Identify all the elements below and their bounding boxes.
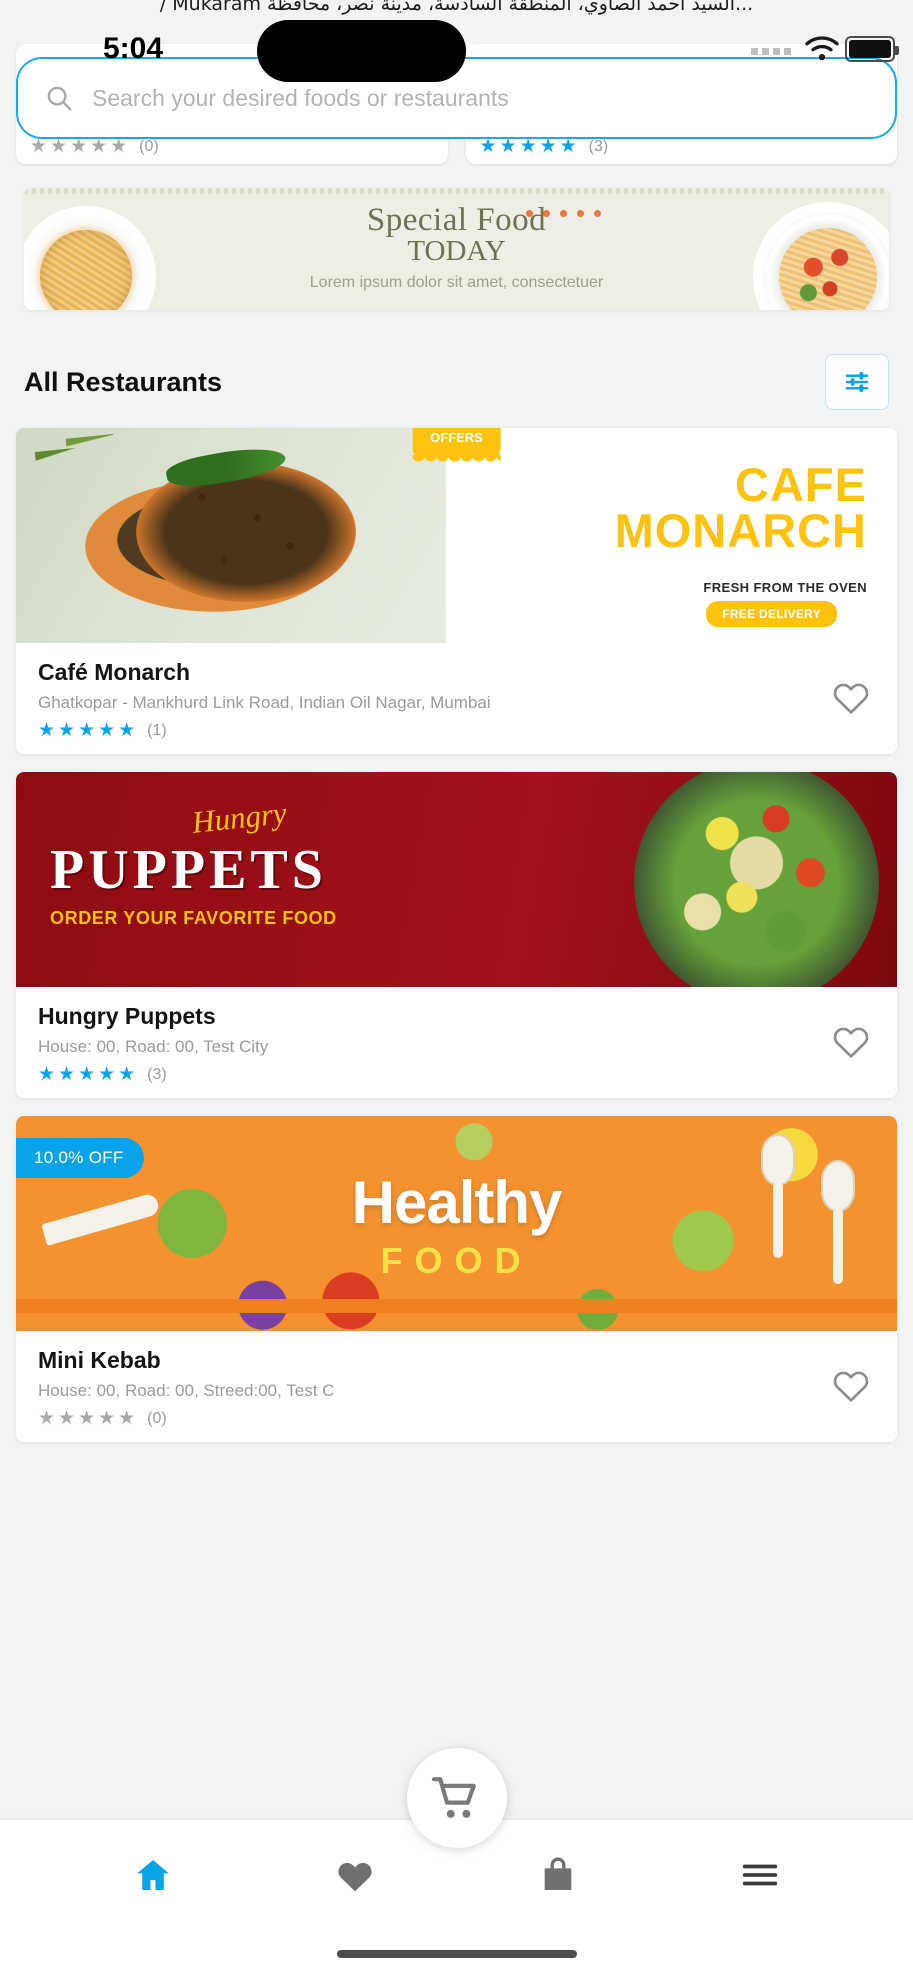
restaurant-card[interactable]: Hungry PUPPETS ORDER YOUR FAVORITE FOOD …	[16, 772, 897, 1098]
rating-count: (0)	[147, 1409, 167, 1427]
brand-line-1: CAFE	[735, 458, 867, 511]
bag-icon	[544, 1857, 571, 1890]
rating-count: (3)	[147, 1065, 167, 1083]
brand-script-text: Hungry	[190, 795, 289, 840]
restaurant-address: House: 00, Road: 00, Streed:00, Test C	[38, 1381, 335, 1400]
nav-item-favorites[interactable]	[254, 1856, 456, 1894]
discount-badge: 10.0% OFF	[16, 1138, 144, 1178]
promo-description: Lorem ipsum dolor sit amet, consectetuer	[309, 274, 604, 291]
brand-wordmark: CAFE MONARCH	[614, 458, 867, 558]
scroll-content: ★★★★★ (0) ★★★★★ (3) Special Food TODAY L…	[0, 22, 913, 1442]
search-icon	[47, 86, 72, 111]
heart-outline-icon	[833, 1371, 869, 1402]
favorite-button[interactable]	[831, 677, 871, 720]
restaurant-info: Hungry Puppets House: 00, Road: 00, Test…	[16, 987, 897, 1098]
section-header: All Restaurants	[0, 310, 913, 410]
home-indicator	[336, 1950, 577, 1958]
address-strip: ...السيد أحمد الصاوي، المنطقة السادسة، م…	[0, 0, 913, 22]
rating-count: (1)	[147, 721, 167, 739]
promo-subtitle: TODAY	[407, 235, 506, 267]
menu-icon	[742, 1864, 778, 1886]
star-group-filled: ★★★★★	[38, 720, 139, 741]
rating-count: (3)	[588, 137, 609, 155]
dynamic-island	[257, 20, 466, 82]
heart-outline-icon	[833, 1027, 869, 1058]
promo-banner-wrap: Special Food TODAY Lorem ipsum dolor sit…	[0, 164, 913, 310]
status-bar: 5:04	[0, 20, 913, 82]
restaurant-banner-image: CAFE MONARCH FRESH FROM THE OVEN FREE DE…	[16, 428, 897, 643]
signal-dots-icon	[751, 48, 791, 55]
brand-wordmark: Healthy	[351, 1169, 563, 1236]
rating: ★★★★★ (0)	[30, 137, 159, 156]
rating-count: (0)	[139, 137, 159, 155]
restaurant-address: House: 00, Road: 00, Test City	[38, 1037, 269, 1056]
restaurant-banner-image: Healthy FOOD 10.0% OFF	[16, 1116, 897, 1331]
promo-banner[interactable]: Special Food TODAY Lorem ipsum dolor sit…	[24, 188, 889, 310]
star-group-filled: ★★★★★	[38, 1064, 139, 1085]
brand-subtitle: FOOD	[380, 1240, 533, 1281]
rating: ★★★★★ (1)	[38, 721, 875, 740]
star-group-empty: ★★★★★	[30, 136, 131, 157]
favorite-button[interactable]	[831, 1365, 871, 1408]
filter-button[interactable]	[825, 354, 889, 410]
search-input[interactable]: Search your desired foods or restaurants	[92, 85, 509, 112]
star-group-filled: ★★★★★	[479, 136, 580, 157]
restaurant-list: CAFE MONARCH FRESH FROM THE OVEN FREE DE…	[0, 410, 913, 1442]
restaurant-info: Mini Kebab House: 00, Road: 00, Streed:0…	[16, 1331, 897, 1442]
offers-badge: OFFERS	[412, 428, 501, 465]
rating: ★★★★★ (3)	[38, 1065, 875, 1084]
brand-tagline: ORDER YOUR FAVORITE FOOD	[50, 908, 337, 928]
brand-wordmark: PUPPETS	[50, 839, 327, 901]
cart-fab-button[interactable]	[406, 1748, 507, 1848]
rating: ★★★★★ (3)	[480, 137, 609, 156]
favorite-button[interactable]	[831, 1021, 871, 1064]
home-icon	[137, 1860, 169, 1890]
nav-item-orders[interactable]	[457, 1855, 659, 1895]
restaurant-name: Mini Kebab	[38, 1347, 161, 1373]
promo-text-block: Special Food TODAY Lorem ipsum dolor sit…	[24, 202, 889, 292]
restaurant-card[interactable]: Healthy FOOD 10.0% OFF Mini Kebab House:…	[16, 1116, 897, 1442]
filter-sliders-icon	[845, 372, 869, 392]
restaurant-name: Hungry Puppets	[38, 1003, 216, 1029]
wifi-icon	[805, 36, 839, 61]
restaurant-info: Café Monarch Ghatkopar - Mankhurd Link R…	[16, 643, 897, 754]
battery-icon	[845, 36, 899, 62]
address-text: ...السيد أحمد الصاوي، المنطقة السادسة، م…	[159, 0, 754, 15]
promo-dashed-border	[24, 188, 889, 194]
star-group-empty: ★★★★★	[38, 1408, 139, 1429]
heart-outline-icon	[833, 683, 869, 714]
bottom-nav	[0, 1748, 913, 1980]
grilled-salad-pan-image	[634, 772, 879, 987]
free-delivery-badge: FREE DELIVERY	[706, 601, 837, 627]
promo-title: Special Food	[366, 202, 547, 238]
heart-icon	[338, 1863, 372, 1892]
status-time: 5:04	[103, 32, 164, 65]
nav-item-home[interactable]	[52, 1855, 254, 1895]
brand-line-2: MONARCH	[614, 504, 867, 558]
restaurant-name: Café Monarch	[38, 659, 191, 685]
nav-item-menu[interactable]	[659, 1858, 861, 1892]
restaurant-card[interactable]: CAFE MONARCH FRESH FROM THE OVEN FREE DE…	[16, 428, 897, 754]
brand-tagline: FRESH FROM THE OVEN	[703, 580, 867, 595]
rating: ★★★★★ (0)	[38, 1409, 875, 1428]
shopping-cart-icon	[431, 1777, 476, 1818]
restaurant-banner-image: Hungry PUPPETS ORDER YOUR FAVORITE FOOD	[16, 772, 897, 987]
page-title: All Restaurants	[24, 366, 223, 397]
restaurant-address: Ghatkopar - Mankhurd Link Road, Indian O…	[38, 693, 491, 712]
banner-strip	[16, 1299, 897, 1313]
